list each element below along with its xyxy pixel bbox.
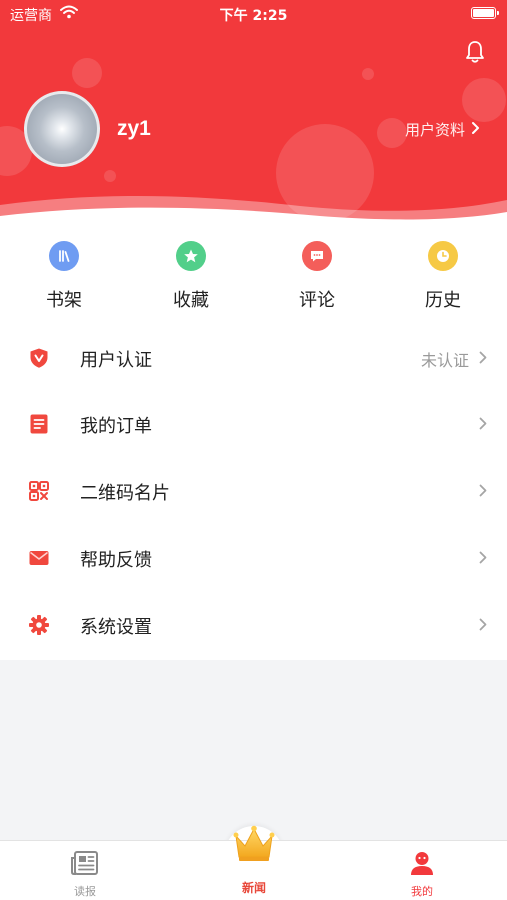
menu-item-label: 系统设置 [80, 617, 152, 638]
chevron-right-icon [479, 417, 487, 430]
quick-action-label: 评论 [299, 290, 335, 311]
star-icon [176, 241, 206, 271]
person-icon [411, 852, 433, 875]
menu-item-label: 帮助反馈 [80, 550, 152, 571]
comment-icon [302, 241, 332, 271]
clock-icon [428, 241, 458, 271]
tab-news[interactable]: 新闻 [204, 825, 304, 900]
chevron-right-icon [479, 484, 487, 497]
document-icon [30, 414, 48, 434]
gear-icon [29, 615, 49, 635]
quick-action-favorites[interactable]: 收藏 [146, 240, 236, 320]
qr-code-icon [29, 481, 49, 501]
quick-action-bookshelf[interactable]: 书架 [19, 240, 109, 320]
chevron-right-icon [479, 618, 487, 631]
quick-action-history[interactable]: 历史 [398, 240, 488, 320]
tab-mine[interactable]: 我的 [372, 841, 472, 900]
avatar[interactable] [24, 91, 100, 167]
quick-action-label: 收藏 [173, 290, 209, 311]
menu-item-feedback[interactable]: 帮助反馈 [0, 526, 507, 592]
shield-v-icon [30, 348, 48, 368]
menu-item-verification[interactable]: 用户认证 未认证 [0, 326, 507, 392]
tab-label: 读报 [74, 885, 96, 898]
bookshelf-icon [49, 241, 79, 271]
profile-link[interactable]: 用户资料 [405, 119, 465, 140]
menu-item-label: 我的订单 [80, 416, 152, 437]
bell-icon[interactable] [465, 40, 485, 64]
menu-item-label: 用户认证 [80, 350, 152, 371]
menu-item-qr-card[interactable]: 二维码名片 [0, 459, 507, 525]
menu-item-settings[interactable]: 系统设置 [0, 593, 507, 659]
menu-item-orders[interactable]: 我的订单 [0, 392, 507, 458]
settings-menu: 用户认证 未认证 我的订单 二维码名片 帮助反馈 系统设置 [0, 326, 507, 660]
envelope-icon [29, 551, 49, 565]
quick-actions: 书架 收藏 评论 历史 [0, 232, 507, 326]
quick-action-label: 历史 [425, 290, 461, 311]
quick-action-label: 书架 [46, 290, 82, 311]
tab-bar: 读报 新闻 我的 [0, 825, 507, 900]
username: zy1 [117, 117, 151, 140]
chevron-right-icon [479, 351, 487, 364]
crown-icon [233, 825, 275, 861]
status-time: 下午 2:25 [219, 8, 288, 24]
status-bar: 运营商 下午 2:25 [0, 0, 507, 28]
newspaper-icon [71, 851, 98, 875]
tab-read-paper[interactable]: 读报 [35, 841, 135, 900]
tab-label: 新闻 [241, 881, 266, 895]
verification-status: 未认证 [420, 351, 469, 370]
menu-item-label: 二维码名片 [80, 483, 170, 504]
chevron-right-icon[interactable] [471, 121, 480, 135]
tab-label: 我的 [411, 885, 433, 898]
battery-icon [471, 7, 499, 19]
profile-header: 运营商 下午 2:25 zy1 用户资料 [0, 0, 507, 232]
chevron-right-icon [479, 551, 487, 564]
quick-action-comments[interactable]: 评论 [272, 240, 362, 320]
